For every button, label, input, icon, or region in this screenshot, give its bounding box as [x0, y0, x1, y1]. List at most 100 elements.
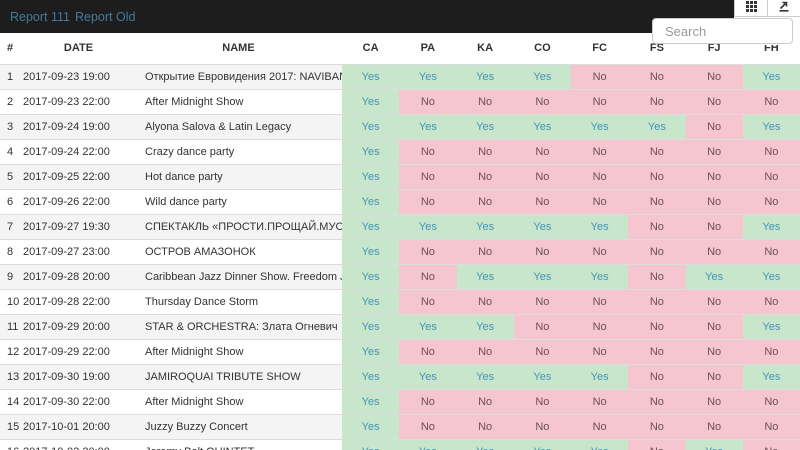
flag-cell-ka: Yes	[456, 263, 514, 289]
row-number: 8	[0, 238, 22, 264]
toolbar-icon-row	[734, 0, 800, 17]
flag-cell-fh: Yes	[742, 64, 800, 89]
flag-cell-ca: Yes	[342, 438, 400, 450]
flag-cell-fs: No	[628, 64, 686, 89]
flag-cell-fj: No	[685, 88, 743, 114]
flag-cell-pa: No	[399, 188, 457, 214]
event-name: Alyona Salova & Latin Legacy	[135, 113, 342, 139]
flag-cell-ka: No	[456, 188, 514, 214]
flag-cell-fs: No	[628, 213, 686, 239]
event-date: 2017-09-27 19:30	[22, 213, 135, 239]
flag-cell-ka: Yes	[456, 363, 514, 389]
export-button[interactable]	[767, 0, 800, 16]
table-body: 1 2017-09-23 19:00 Открытие Евровидения 20…	[0, 64, 800, 450]
event-name: After Midnight Show	[135, 338, 342, 364]
search-input[interactable]	[652, 18, 793, 44]
row-number: 13	[0, 363, 22, 389]
column-header-pa[interactable]: PA	[399, 33, 457, 65]
event-date: 2017-09-29 22:00	[22, 338, 135, 364]
flag-cell-co: Yes	[513, 213, 571, 239]
column-header-co[interactable]: CO	[513, 33, 571, 65]
column-header-ca[interactable]: CA	[342, 33, 400, 65]
flag-cell-fj: No	[685, 64, 743, 89]
row-number: 10	[0, 288, 22, 314]
flag-cell-fc: No	[571, 238, 629, 264]
row-number: 14	[0, 388, 22, 414]
event-name: Caribbean Jazz Dinner Show. Freedom Jazz…	[135, 263, 342, 289]
flag-cell-fs: No	[628, 138, 686, 164]
column-header-num[interactable]: #	[0, 33, 22, 65]
column-header-ka[interactable]: KA	[456, 33, 514, 65]
column-header-date[interactable]: DATE	[22, 33, 135, 65]
row-number: 1	[7, 70, 14, 83]
flag-cell-ka: No	[456, 413, 514, 439]
flag-cell-fs: No	[628, 188, 686, 214]
event-date: 2017-09-24 22:00	[22, 138, 135, 164]
nav-link-report-old[interactable]: Report Old	[75, 10, 135, 24]
flag-cell-fs: No	[628, 238, 686, 264]
column-header-name[interactable]: NAME	[135, 33, 342, 65]
flag-cell-pa: Yes	[399, 113, 457, 139]
flag-cell-fj: No	[685, 338, 743, 364]
row-number: 6	[0, 188, 22, 214]
flag-cell-fh: Yes	[742, 213, 800, 239]
flag-cell-co: No	[513, 138, 571, 164]
event-date: 2017-09-30 19:00	[22, 363, 135, 389]
flag-cell-pa: Yes	[399, 64, 457, 89]
event-name: Открытие Евровидения 2017: NAVIBAND (Бел…	[145, 70, 342, 83]
flag-cell-fj: No	[685, 138, 743, 164]
flag-cell-ka: Yes	[456, 438, 514, 450]
row-number: 16	[0, 438, 22, 450]
flag-cell-fs: No	[628, 438, 686, 450]
flag-cell-ca: Yes	[342, 88, 400, 114]
event-name: Wild dance party	[135, 188, 342, 214]
flag-cell-fs: No	[628, 313, 686, 339]
row-number: 7	[0, 213, 22, 239]
nav-link-report-111[interactable]: Report 111	[10, 10, 70, 24]
flag-cell-co: Yes	[513, 438, 571, 450]
flag-cell-fj: No	[685, 113, 743, 139]
event-date: 2017-09-23 22:00	[22, 88, 135, 114]
flag-cell-pa: No	[399, 88, 457, 114]
report-table: # DATE NAME CA PA KA CO FC FS FJ FH 1 2017-09-23 19…	[0, 33, 800, 450]
flag-cell-ka: No	[456, 88, 514, 114]
flag-cell-fs: No	[628, 288, 686, 314]
event-date: 2017-09-26 22:00	[22, 188, 135, 214]
table-row: 13 2017-09-30 19:00 JAMIROQUAI TRIBUTE SHO…	[0, 363, 800, 389]
flag-cell-fj: No	[685, 288, 743, 314]
event-date: 2017-09-29 20:00	[22, 313, 135, 339]
event-name: Hot dance party	[135, 163, 342, 189]
row-number: 2	[0, 88, 22, 114]
flag-cell-pa: Yes	[399, 438, 457, 450]
table-row: 162017-10-02 20:00Jeremy Bolt QUINTETYes…	[0, 438, 800, 450]
flag-cell-pa: No	[399, 263, 457, 289]
event-date: 2017-10-01 20:00	[22, 413, 135, 439]
flag-cell-pa: No	[399, 388, 457, 414]
flag-cell-pa: Yes	[399, 363, 457, 389]
row-number: 12	[0, 338, 22, 364]
table-row: 10 2017-09-28 22:00 Thursday Dance Storm Ye…	[0, 288, 800, 314]
flag-cell-co: No	[513, 338, 571, 364]
grid-view-button[interactable]	[735, 0, 767, 16]
flag-cell-ka: No	[456, 238, 514, 264]
flag-cell-fc: No	[571, 288, 629, 314]
flag-cell-co: No	[513, 88, 571, 114]
export-icon	[778, 0, 790, 17]
column-header-fc[interactable]: FC	[571, 33, 629, 65]
flag-cell-fh: No	[742, 438, 800, 450]
table-row: 3 2017-09-24 19:00 Alyona Salova & Latin L…	[0, 113, 800, 139]
flag-cell-fc: No	[571, 388, 629, 414]
table-row: 11 2017-09-29 20:00 STAR & ORCHESTRA: Злат…	[0, 313, 800, 339]
flag-cell-fc: No	[571, 88, 629, 114]
event-name: JAMIROQUAI TRIBUTE SHOW	[135, 363, 342, 389]
event-name: After Midnight Show	[135, 388, 342, 414]
event-name: Juzzy Buzzy Concert	[135, 413, 342, 439]
row-number: 9	[0, 263, 22, 289]
flag-cell-ca: Yes	[342, 188, 400, 214]
flag-cell-fh: No	[742, 188, 800, 214]
flag-cell-fj: No	[685, 213, 743, 239]
flag-cell-pa: No	[399, 138, 457, 164]
flag-cell-ka: No	[456, 138, 514, 164]
event-name: After Midnight Show	[135, 88, 342, 114]
report-table-wrap: # DATE NAME CA PA KA CO FC FS FJ FH 1 2017-09-23 19…	[0, 33, 800, 450]
